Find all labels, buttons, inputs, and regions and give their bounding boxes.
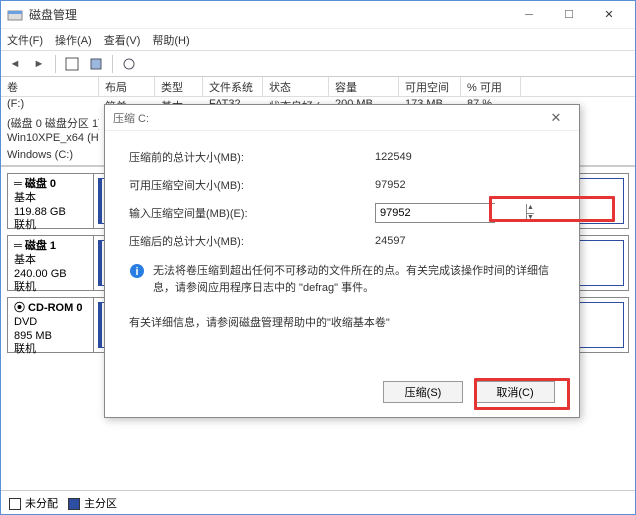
col-status[interactable]: 状态 (263, 77, 329, 96)
menu-help[interactable]: 帮助(H) (152, 32, 189, 48)
cell: Windows (C:) (1, 148, 99, 165)
disk-label[interactable]: ⦿ CD-ROM 0DVD895 MB联机 (8, 298, 94, 352)
shrink-amount-spinner[interactable]: ▲▼ (526, 204, 534, 222)
back-button[interactable]: ◄ (5, 54, 25, 74)
field-avail-label: 可用压缩空间大小(MB): (129, 177, 375, 193)
dialog-help-link: 有关详细信息，请参阅磁盘管理帮助中的"收缩基本卷" (129, 314, 555, 330)
cell: (磁盘 0 磁盘分区 1) (1, 114, 99, 131)
minimize-button[interactable]: ─ (509, 3, 549, 27)
col-layout[interactable]: 布局 (99, 77, 155, 96)
dialog-info-text: 无法将卷压缩到超出任何不可移动的文件所在的点。有关完成该操作时间的详细信息，请参… (153, 263, 555, 296)
field-after-label: 压缩后的总计大小(MB): (129, 233, 375, 249)
field-before-label: 压缩前的总计大小(MB): (129, 149, 375, 165)
volume-list-header: 卷 布局 类型 文件系统 状态 容量 可用空间 % 可用 (1, 77, 635, 97)
spin-down-icon[interactable]: ▼ (527, 214, 534, 223)
disk-label[interactable]: ═ 磁盘 1基本240.00 GB联机 (8, 236, 94, 290)
dialog-close-button[interactable]: ✕ (541, 110, 571, 126)
window-title: 磁盘管理 (29, 6, 509, 23)
col-type[interactable]: 类型 (155, 77, 203, 96)
menu-view[interactable]: 查看(V) (104, 32, 141, 48)
legend-primary-swatch (68, 498, 80, 510)
app-icon (7, 7, 23, 23)
col-free[interactable]: 可用空间 (399, 77, 461, 96)
field-before-value: 122549 (375, 151, 495, 163)
cell: Win10XPE_x64 (H:) (1, 131, 99, 148)
disk-label[interactable]: ═ 磁盘 0基本119.88 GB联机 (8, 174, 94, 228)
maximize-button[interactable]: ☐ (549, 3, 589, 27)
dialog-title: 压缩 C: (113, 110, 541, 126)
toolbar: ◄ ► (1, 51, 635, 77)
field-after-value: 24597 (375, 235, 495, 247)
legend-primary: 主分区 (84, 498, 117, 510)
svg-text:i: i (135, 266, 138, 278)
legend: 未分配 主分区 (1, 490, 635, 514)
menubar: 文件(F) 操作(A) 查看(V) 帮助(H) (1, 29, 635, 51)
refresh-button[interactable] (62, 54, 82, 74)
properties-button[interactable] (86, 54, 106, 74)
menu-file[interactable]: 文件(F) (7, 32, 43, 48)
shrink-amount-input-wrap: ▲▼ (375, 203, 495, 223)
close-button[interactable]: ✕ (589, 3, 629, 27)
shrink-volume-dialog: 压缩 C: ✕ 压缩前的总计大小(MB): 122549 可用压缩空间大小(MB… (104, 104, 580, 418)
col-capacity[interactable]: 容量 (329, 77, 399, 96)
col-fs[interactable]: 文件系统 (203, 77, 263, 96)
spin-up-icon[interactable]: ▲ (527, 204, 534, 214)
legend-unallocated: 未分配 (25, 498, 58, 510)
help-button[interactable] (119, 54, 139, 74)
col-volume[interactable]: 卷 (1, 77, 99, 96)
window-controls: ─ ☐ ✕ (509, 3, 629, 27)
dialog-titlebar: 压缩 C: ✕ (105, 105, 579, 131)
titlebar: 磁盘管理 ─ ☐ ✕ (1, 1, 635, 29)
col-pct[interactable]: % 可用 (461, 77, 521, 96)
cancel-button[interactable]: 取消(C) (475, 381, 555, 403)
cell: (F:) (1, 97, 99, 114)
shrink-amount-input[interactable] (376, 204, 526, 222)
shrink-button[interactable]: 压缩(S) (383, 381, 463, 403)
legend-unallocated-swatch (9, 498, 21, 510)
forward-button[interactable]: ► (29, 54, 49, 74)
menu-action[interactable]: 操作(A) (55, 32, 92, 48)
field-avail-value: 97952 (375, 179, 495, 191)
info-icon: i (129, 263, 145, 279)
field-input-label: 输入压缩空间量(MB)(E): (129, 205, 375, 221)
